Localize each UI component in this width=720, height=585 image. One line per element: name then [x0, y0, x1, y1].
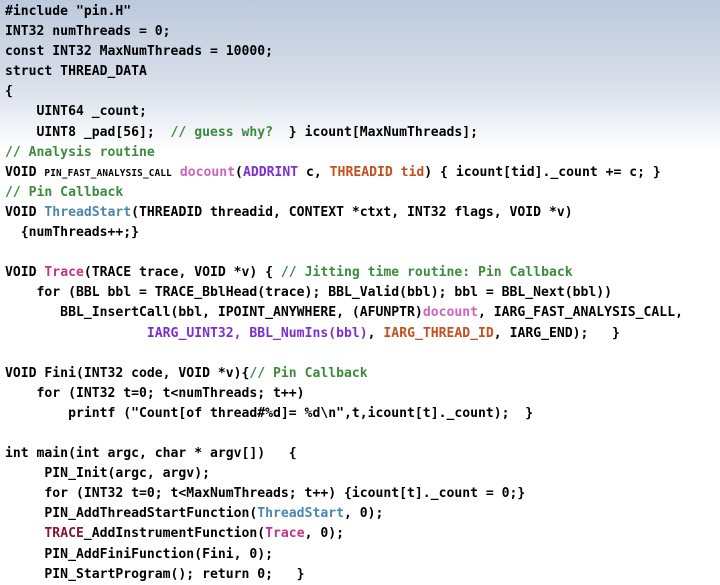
code-token: VOID Fini(INT32 code, VOID *v){	[5, 365, 250, 381]
code-token: {numThreads++;}	[5, 225, 140, 241]
code-token: ThreadStart	[257, 506, 344, 522]
code-token: VOID	[5, 265, 45, 281]
code-line: INT32 numThreads = 0;	[5, 22, 720, 42]
code-token: TRACE	[44, 526, 84, 542]
code-token: } icount[MaxNumThreads];	[273, 124, 478, 140]
code-line: PIN_Init(argc, argv);	[5, 464, 720, 484]
code-token: UINT64 _count;	[5, 104, 147, 120]
code-token: for (INT32 t=0; t<numThreads; t++)	[5, 385, 305, 401]
code-token: VOID	[5, 164, 45, 180]
code-token: THREADID tid	[329, 164, 425, 180]
code-line: int main(int argc, char * argv[]) {	[5, 444, 720, 464]
code-token: struct THREAD_DATA	[5, 64, 147, 80]
code-token: PIN_FAST_ANALYSIS_CALL	[44, 167, 172, 179]
code-token: IARG_UINT32, BBL_NumIns(bbl)	[146, 325, 368, 341]
code-token: docount	[422, 305, 478, 321]
code-token: printf ("Count[of thread#%d]= %d\n",t,ic…	[5, 405, 534, 421]
code-token: #include "pin.H"	[5, 4, 132, 19]
code-line: PIN_AddThreadStartFunction(ThreadStart, …	[5, 504, 720, 524]
code-line: PIN_AddFiniFunction(Fini, 0);	[5, 545, 720, 565]
code-line: BBL_InsertCall(bbl, IPOINT_ANYWHERE, (AF…	[5, 303, 720, 323]
code-line: {numThreads++;}	[5, 223, 720, 243]
code-line: VOID Fini(INT32 code, VOID *v){// Pin Ca…	[5, 364, 720, 384]
code-line: VOID PIN_FAST_ANALYSIS_CALL docount(ADDR…	[5, 163, 720, 183]
code-token: (THREADID threadid, CONTEXT *ctxt, INT32…	[131, 204, 573, 220]
code-token: , 0);	[343, 506, 384, 522]
code-line: struct THREAD_DATA	[5, 62, 720, 82]
code-line: // Analysis routine	[5, 143, 720, 163]
code-token: // Pin Callback	[249, 365, 368, 381]
slide-canvas: #include "pin.H" INT32 numThreads = 0; con…	[0, 0, 720, 582]
code-token: Trace	[44, 265, 84, 281]
code-line: #include "pin.H"	[5, 2, 720, 22]
code-token: , 0);	[304, 526, 344, 542]
code-line: {	[5, 82, 720, 102]
code-line: TRACE_AddInstrumentFunction(Trace, 0);	[5, 524, 720, 544]
code-line: VOID Trace(TRACE trace, VOID *v) { // Ji…	[5, 263, 720, 283]
code-token: // guess why?	[170, 124, 274, 140]
code-line: UINT64 _count;	[5, 102, 720, 122]
code-token: IARG_THREAD_ID	[383, 325, 494, 341]
code-token: for (BBL bbl = TRACE_BblHead(trace); BBL…	[5, 285, 612, 301]
code-token: , IARG_FAST_ANALYSIS_CALL,	[478, 305, 683, 321]
code-line: const INT32 MaxNumThreads = 10000;	[5, 42, 720, 62]
code-token: BBL_InsertCall(bbl, IPOINT_ANYWHERE, (AF…	[5, 305, 423, 321]
code-token: ADDRINT	[242, 164, 299, 180]
code-token: ,	[367, 325, 384, 341]
code-token: (	[235, 164, 243, 180]
code-token: Trace	[265, 526, 305, 542]
code-token: , IARG_END); }	[493, 325, 620, 341]
code-line: printf ("Count[of thread#%d]= %d\n",t,ic…	[5, 404, 720, 424]
code-line: UINT8 _pad[56]; // guess why? } icount[M…	[5, 123, 720, 143]
code-token: ThreadStart	[44, 204, 132, 220]
code-token: // Analysis routine	[5, 144, 155, 160]
code-token: PIN_Init(argc, argv);	[5, 466, 210, 482]
code-token: VOID	[5, 204, 45, 220]
code-token: for (INT32 t=0; t<MaxNumThreads; t++) {i…	[5, 486, 526, 502]
code-block: #include "pin.H" INT32 numThreads = 0; con…	[5, 2, 720, 585]
code-line: // Pin Callback	[5, 183, 720, 203]
code-line: VOID ThreadStart(THREADID threadid, CONT…	[5, 203, 720, 223]
code-token: ) { icount[tid]._count += c; }	[424, 164, 661, 180]
code-line: for (INT32 t=0; t<numThreads; t++)	[5, 384, 720, 404]
code-token: PIN_AddThreadStartFunction(	[5, 506, 258, 522]
code-token: docount	[179, 164, 236, 180]
code-token: // Jitting time routine: Pin Callback	[280, 265, 573, 281]
code-line: for (INT32 t=0; t<MaxNumThreads; t++) {i…	[5, 484, 720, 504]
code-token: (TRACE trace, VOID *v) {	[83, 265, 281, 281]
code-line: PIN_StartProgram(); return 0; }	[5, 565, 720, 585]
code-token: const INT32 MaxNumThreads = 10000;	[5, 44, 274, 60]
code-token: PIN_StartProgram(); return 0; }	[5, 566, 305, 582]
code-line: IARG_UINT32, BBL_NumIns(bbl), IARG_THREA…	[5, 324, 720, 344]
code-token: PIN_AddFiniFunction(Fini, 0);	[5, 546, 274, 562]
code-token: UINT8 _pad[56];	[5, 124, 171, 140]
code-token: INT32 numThreads = 0;	[5, 24, 171, 40]
code-token: int main(int argc, char * argv[]) {	[5, 446, 297, 462]
code-line: for (BBL bbl = TRACE_BblHead(trace); BBL…	[5, 283, 720, 303]
code-token: _AddInstrumentFunction(	[83, 526, 266, 542]
code-token: {	[5, 84, 13, 100]
code-token: c,	[298, 164, 330, 180]
code-token: // Pin Callback	[5, 184, 124, 200]
